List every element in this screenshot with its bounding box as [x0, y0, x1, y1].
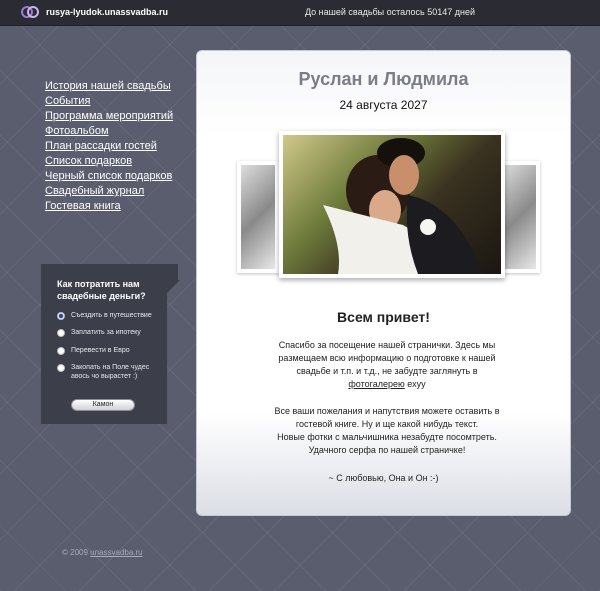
poll-title: Как потратить нам свадебные деньги? — [57, 279, 146, 301]
nav-link-wedding-story[interactable]: История нашей свадьбы — [45, 80, 171, 92]
poll-option-label: Съездить в путешествие — [71, 312, 152, 319]
nav-link-gift-list[interactable]: Список подарков — [45, 155, 132, 167]
couple-photo-illustration — [323, 138, 483, 274]
poll-option-label: Закопать на Поле чудес авось чо вырастет… — [71, 364, 150, 380]
radio-button-selected[interactable] — [57, 311, 65, 320]
paragraph-tail: ехуу — [404, 379, 426, 389]
poll-submit-button[interactable]: Камон — [71, 399, 135, 411]
greeting-heading: Всем привет! — [337, 309, 430, 325]
couple-photo-image — [283, 135, 501, 274]
paragraph-line: размещаем всю информацию о подготовке к … — [278, 353, 496, 363]
top-bar: rusya-lyudok.unassvadba.ru До нашей свад… — [0, 0, 600, 26]
nav-link-program[interactable]: Программа мероприятий — [45, 110, 173, 122]
poll-option-bury[interactable]: Закопать на Поле чудес авось чо вырастет… — [57, 363, 161, 381]
nav-link-events[interactable]: События — [45, 95, 90, 107]
poll-option-travel[interactable]: Съездить в путешествие — [57, 311, 152, 320]
poll-tab-decoration — [166, 264, 178, 280]
wishes-paragraph: Все ваши пожелания и напутствия можете о… — [247, 405, 527, 457]
poll-option-mortgage[interactable]: Заплатить за ипотеку — [57, 328, 141, 337]
main-navigation: История нашей свадьбы События Программа … — [45, 77, 173, 212]
copyright-text: © 2009 — [62, 548, 91, 557]
photo-gallery-link[interactable]: фотогалерею — [348, 379, 404, 389]
side-photo-left[interactable] — [237, 161, 279, 273]
footer-copyright: © 2009 unassvadba.ru — [62, 548, 143, 557]
poll-option-label: Перевести в Евро — [71, 347, 130, 354]
poll-option-euro[interactable]: Перевести в Евро — [57, 346, 130, 355]
nav-link-wedding-journal[interactable]: Свадебный журнал — [45, 185, 144, 197]
main-card: Руслан и Людмила 24 августа 2027 Всем пр… — [196, 50, 571, 516]
signature: ~ С любовью, Она и Он :-) — [328, 473, 439, 483]
rose-photo — [502, 165, 536, 269]
paragraph-line: Все ваши пожелания и напутствия можете о… — [274, 406, 500, 416]
footer-site-link[interactable]: unassvadba.ru — [90, 548, 142, 557]
wedding-date: 24 августа 2027 — [339, 98, 428, 112]
welcome-paragraph: Спасибо за посещение нашей странички. Зд… — [247, 339, 527, 391]
paragraph-line: Новые фотки с мальчишника незабудте посо… — [277, 432, 497, 442]
main-couple-photo[interactable] — [279, 131, 505, 278]
poll-option-label: Заплатить за ипотеку — [71, 329, 141, 336]
paragraph-line: свадьбе и т.п. и т.д., не забудте заглян… — [296, 366, 478, 376]
nav-link-guestbook[interactable]: Гостевая книга — [45, 200, 121, 212]
paragraph-line: Спасибо за посещение нашей странички. Зд… — [278, 340, 496, 350]
poll-tab-corner — [166, 280, 180, 294]
rose-photo — [241, 165, 275, 269]
nav-link-photo-album[interactable]: Фотоальбом — [45, 125, 109, 137]
couple-names: Руслан и Людмила — [298, 69, 469, 89]
poll-widget: Как потратить нам свадебные деньги? Съез… — [41, 264, 167, 424]
nav-link-seating-plan[interactable]: План рассадки гостей — [45, 140, 157, 152]
wedding-countdown: До нашей свадьбы осталось 50147 дней — [304, 7, 476, 17]
radio-button[interactable] — [57, 346, 65, 355]
paragraph-line: Удачного серфа по нашей страничке! — [308, 445, 466, 455]
radio-button[interactable] — [57, 364, 65, 372]
paragraph-line: гостевой книге. Ну и ще какой нибудь тек… — [295, 419, 479, 429]
radio-button[interactable] — [57, 328, 65, 337]
nav-link-gift-blacklist[interactable]: Черный список подарков — [45, 170, 172, 182]
